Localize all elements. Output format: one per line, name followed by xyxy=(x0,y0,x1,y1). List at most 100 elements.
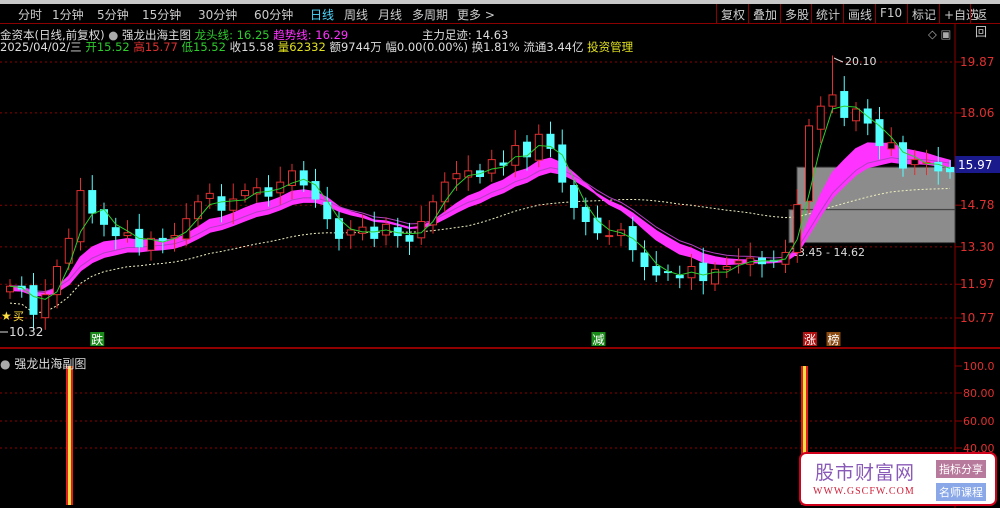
candle-body xyxy=(205,192,214,199)
y-tick-label: 10.77 xyxy=(960,311,994,325)
candle xyxy=(53,259,61,309)
buy-label: 买 xyxy=(13,310,24,323)
candle-body xyxy=(711,268,719,285)
candle xyxy=(711,262,719,291)
candle xyxy=(675,265,684,289)
tag-course[interactable]: 名师课程 xyxy=(936,483,986,501)
watermark-name: 股市财富网 xyxy=(815,462,916,484)
sub-y-label: 80.00 xyxy=(963,387,995,400)
candle-body xyxy=(53,266,61,296)
signal-marker: 涨 xyxy=(803,332,817,347)
marker-text: 跌 xyxy=(91,332,103,347)
candle xyxy=(6,279,14,299)
candle xyxy=(523,135,531,171)
candle-body xyxy=(241,190,249,197)
candle xyxy=(863,99,872,136)
candle-body xyxy=(699,262,708,282)
candle xyxy=(746,242,755,277)
candle-body xyxy=(722,266,731,270)
candle xyxy=(511,130,520,178)
candle xyxy=(299,161,308,192)
sub-chart-title: 强龙出海副图 xyxy=(14,357,87,371)
sub-chart-header: ● 强龙出海副图 xyxy=(0,355,86,372)
y-tick-label: 11.97 xyxy=(960,277,994,291)
zone-label: 13.45 - 14.62 xyxy=(791,246,865,259)
candle-body xyxy=(405,235,414,242)
y-tick-label: 13.30 xyxy=(960,240,994,254)
min-price-label: 10.32 xyxy=(9,325,43,339)
candle-body xyxy=(452,173,461,180)
candle xyxy=(64,228,73,271)
tag-share[interactable]: 指标分享 xyxy=(936,460,986,478)
candle-body xyxy=(217,196,226,211)
candle-body xyxy=(899,142,907,169)
candle xyxy=(464,155,473,191)
candle xyxy=(487,149,496,182)
candle-body xyxy=(370,226,379,239)
candle xyxy=(29,272,38,331)
candle xyxy=(828,55,837,114)
candle xyxy=(346,220,355,249)
max-pointer xyxy=(833,57,844,63)
candle-body xyxy=(640,252,649,268)
candle xyxy=(335,211,343,251)
candle-body xyxy=(158,237,167,242)
signal-bar xyxy=(66,366,73,505)
candle xyxy=(758,251,766,278)
candle xyxy=(499,150,508,176)
candle-body xyxy=(417,221,426,239)
signal-marker: 榜 xyxy=(826,332,841,347)
candle xyxy=(805,118,813,214)
candle-body xyxy=(910,159,919,166)
candle-body xyxy=(111,227,120,237)
marker-text: 榜 xyxy=(828,332,840,347)
candle xyxy=(664,264,672,281)
candle xyxy=(194,194,202,228)
candle-body xyxy=(570,184,578,208)
y-tick-label: 19.87 xyxy=(960,55,994,69)
candle-body xyxy=(88,190,97,214)
candle-body xyxy=(734,260,743,264)
candle-body xyxy=(605,235,614,238)
candle-body xyxy=(123,232,132,237)
candle-body xyxy=(581,206,590,223)
candle-body xyxy=(487,159,496,174)
marker-text: 减 xyxy=(593,333,605,347)
candle xyxy=(41,279,50,330)
candle-body xyxy=(358,226,367,234)
candle-body xyxy=(840,91,849,118)
candle-body xyxy=(335,218,343,239)
bar-inner xyxy=(68,366,71,505)
candle xyxy=(628,216,637,262)
candle-body xyxy=(805,125,813,202)
candle-body xyxy=(887,142,896,150)
candle xyxy=(252,177,261,203)
candle xyxy=(417,206,426,245)
candle xyxy=(769,250,778,268)
max-price-label: 20.10 xyxy=(845,55,877,68)
candle-body xyxy=(675,275,684,279)
star-icon: ★ xyxy=(1,309,12,323)
signal-marker: 减 xyxy=(591,332,606,347)
sub-settings-icon[interactable]: ● xyxy=(0,357,10,371)
candle xyxy=(840,76,849,127)
y-tick-label: 18.06 xyxy=(960,106,994,120)
candle-body xyxy=(523,141,531,158)
candle-body xyxy=(6,285,14,293)
candle xyxy=(323,186,332,230)
watermark-url: WWW.GSCFW.COM xyxy=(813,486,915,497)
marker-text: 涨 xyxy=(804,332,816,347)
candle xyxy=(734,248,743,274)
candle-body xyxy=(652,266,661,276)
candle xyxy=(429,194,437,234)
candle-body xyxy=(393,227,402,237)
candle-body xyxy=(852,108,860,122)
candle-body xyxy=(346,229,355,236)
candle-body xyxy=(29,285,38,315)
kline-chart: 19.8718.0614.7813.3011.9710.7714.63 - 15… xyxy=(0,24,1000,508)
signal-marker: 跌 xyxy=(90,332,105,347)
candle xyxy=(652,251,661,282)
candle-body xyxy=(76,190,85,243)
watermark: 股市财富网 WWW.GSCFW.COM 指标分享 名师课程 xyxy=(799,452,997,506)
candle xyxy=(605,220,614,245)
